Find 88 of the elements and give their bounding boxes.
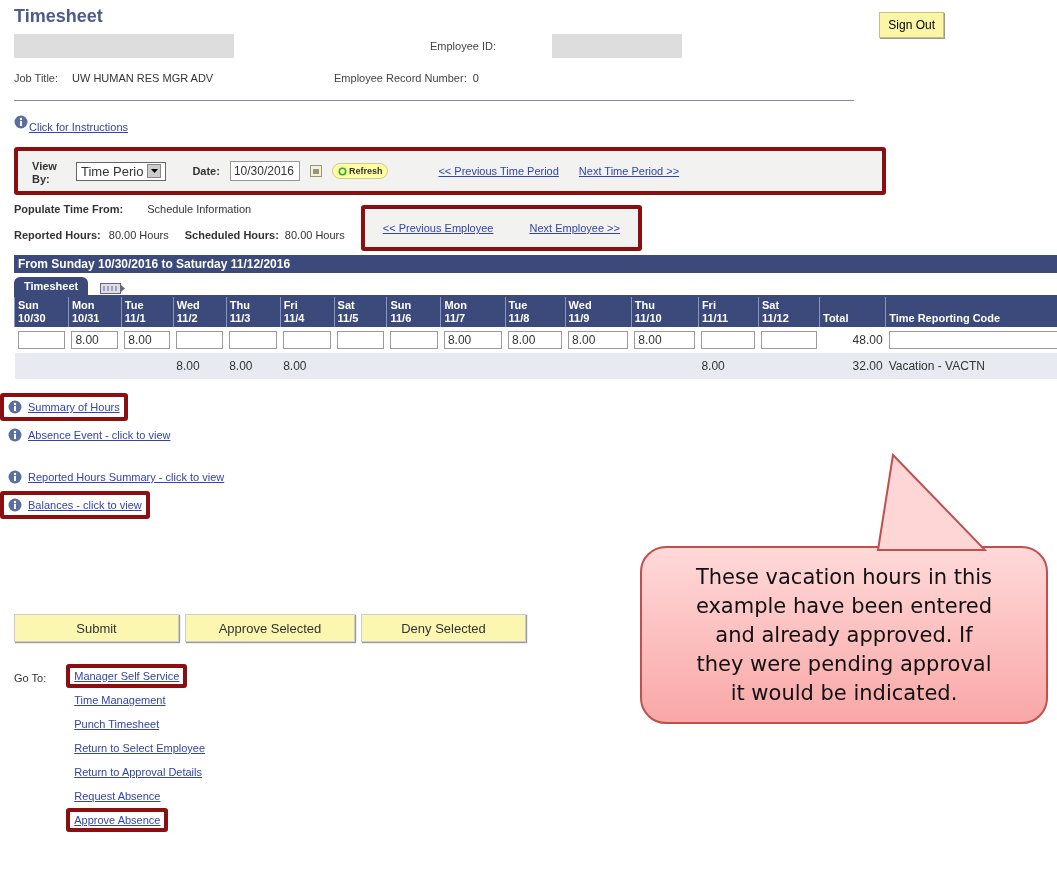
hours-field[interactable]: 8.00 (568, 331, 629, 349)
hours-field[interactable] (761, 331, 817, 349)
info-icon (14, 115, 28, 129)
scheduled-hours-label: Scheduled Hours: (184, 229, 279, 241)
date-field[interactable]: 10/30/2016 (229, 161, 300, 181)
hours-field[interactable] (390, 331, 438, 349)
hours-field[interactable] (17, 331, 66, 349)
view-by-label: View By: (32, 160, 58, 186)
sign-out-button[interactable]: Sign Out (879, 12, 944, 38)
hours-field[interactable] (283, 331, 332, 349)
day-column-header: Mon 11/7 (440, 297, 506, 327)
calendar-icon[interactable] (309, 165, 322, 177)
day-column-header: Tue 11/1 (121, 297, 174, 327)
time-code-cell: Vacation - VACTN (885, 353, 1057, 379)
day-column-header: Sat 11/12 (758, 297, 820, 327)
action-button[interactable]: Approve Selected (185, 614, 355, 642)
info-link[interactable]: Balances - click to view (0, 491, 150, 519)
goto-link[interactable]: Time Management (66, 688, 174, 712)
action-button[interactable]: Submit (14, 614, 179, 642)
hours-field[interactable]: 8.00 (71, 331, 119, 349)
day-column-header: Wed 11/2 (173, 297, 227, 327)
total-cell: 48.00 (819, 327, 886, 353)
refresh-icon (337, 166, 347, 176)
time-code-field[interactable] (888, 331, 1057, 349)
page-title: Timesheet (14, 6, 103, 27)
day-column-header: Thu 11/3 (226, 297, 281, 327)
info-icon (8, 498, 22, 512)
hours-field[interactable]: 8.00 (124, 331, 171, 349)
day-column-header: Sun 11/6 (387, 297, 441, 327)
total-column-header: Total (819, 297, 886, 327)
record-number-label: Employee Record Number: (334, 72, 467, 84)
view-dropdown[interactable]: Time Perio (76, 161, 167, 181)
hours-cell: 8.00 (173, 353, 227, 379)
day-column-header: Wed 11/9 (565, 297, 632, 327)
info-icon (8, 470, 22, 484)
goto-link[interactable]: Request Absence (66, 784, 169, 808)
caret-icon (147, 164, 162, 178)
goto-link[interactable]: Punch Timesheet (66, 712, 168, 736)
goto-link[interactable]: Return to Approval Details (66, 760, 210, 784)
hours-field[interactable]: 8.00 (634, 331, 696, 349)
hours-cell: 8.00 (280, 353, 335, 379)
job-title-label: Job Title: (14, 72, 59, 84)
day-column-header: Thu 11/10 (631, 297, 699, 327)
action-button[interactable]: Deny Selected (361, 614, 526, 642)
day-column-header: Sun 10/30 (14, 297, 69, 327)
goto-link[interactable]: Return to Select Employee (66, 736, 214, 760)
hours-cell: 8.00 (698, 353, 759, 379)
day-column-header: Tue 11/8 (505, 297, 566, 327)
info-icon (8, 400, 22, 414)
timesheet-tab[interactable]: Timesheet (14, 277, 89, 295)
total-cell: 32.00 (819, 353, 886, 379)
populate-value: Schedule Information (147, 203, 252, 215)
reported-hours: 80.00 Hours (108, 229, 169, 241)
record-number: 0 (472, 72, 479, 84)
period-header: From Sunday 10/30/2016 to Saturday 11/12/2016 (14, 255, 1057, 273)
hours-field[interactable]: 8.00 (443, 331, 503, 349)
job-title: UW HUMAN RES MGR ADV (72, 72, 215, 84)
info-link[interactable]: Summary of Hours (0, 393, 128, 421)
day-column-header: Sat 11/5 (334, 297, 387, 327)
refresh-button[interactable]: Refresh (331, 163, 389, 179)
hours-field[interactable] (229, 331, 278, 349)
populate-label: Populate Time From: (14, 203, 124, 215)
instructions-link[interactable]: Click for Instructions (29, 121, 129, 133)
goto-link[interactable]: Approve Absence (66, 808, 169, 832)
hours-field[interactable] (337, 331, 384, 349)
next-period-link[interactable]: Next Time Period >> (578, 165, 680, 177)
date-label: Date: (192, 165, 220, 177)
info-link[interactable]: Reported Hours Summary - click to view (0, 463, 233, 491)
day-column-header: Fri 11/4 (280, 297, 335, 327)
hours-field[interactable] (176, 331, 224, 349)
goto-label: Go To: (14, 672, 47, 686)
goto-link[interactable]: Manager Self Service (66, 664, 188, 688)
reported-hours-label: Reported Hours: (14, 229, 101, 241)
previous-employee-link[interactable]: << Previous Employee (382, 222, 494, 234)
next-employee-link[interactable]: Next Employee >> (529, 222, 620, 234)
callout-bubble: These vacation hours in this example have been entered and already approved. If they were pending approval it would be indicated. (640, 546, 1048, 724)
day-column-header: Mon 10/31 (68, 297, 122, 327)
scheduled-hours: 80.00 Hours (284, 229, 345, 241)
day-column-header: Fri 11/11 (698, 297, 759, 327)
hours-cell: 8.00 (226, 353, 281, 379)
info-link[interactable]: Absence Event - click to view (0, 421, 179, 449)
info-icon (8, 428, 22, 442)
hours-field[interactable] (701, 331, 756, 349)
hours-field[interactable]: 8.00 (508, 331, 563, 349)
code-column-header: Time Reporting Code (885, 297, 1057, 327)
grid-toggle-icon[interactable] (100, 283, 127, 295)
employee-id-label: Employee ID: (430, 40, 497, 52)
previous-period-link[interactable]: << Previous Time Period (438, 165, 559, 177)
